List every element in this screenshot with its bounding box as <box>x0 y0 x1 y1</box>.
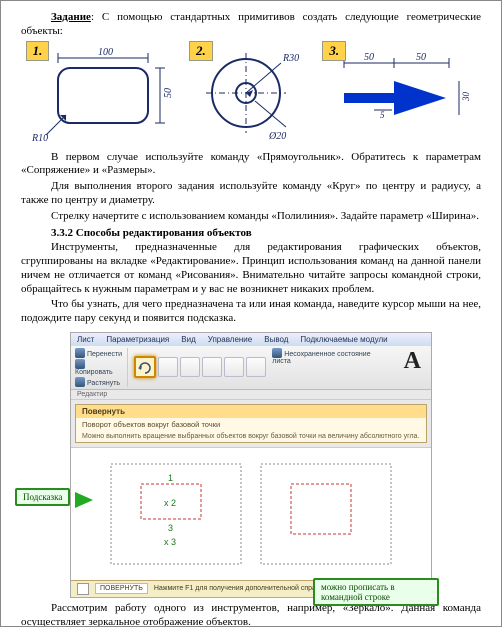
menu-item[interactable]: Параметризация <box>106 335 169 344</box>
para5: Что бы узнать, для чего предназначена та… <box>21 298 481 326</box>
figure-3: 3. 50 50 30 5 <box>324 43 474 143</box>
dim-100: 100 <box>98 47 113 58</box>
copy-button[interactable]: Копировать <box>75 359 123 376</box>
badge-2: 2. <box>189 41 213 61</box>
command-name[interactable]: ПОВЕРНУТЬ <box>95 583 148 594</box>
figure-1-svg: 100 50 R10 <box>28 43 178 143</box>
array-icon[interactable] <box>224 357 244 377</box>
r10: R10 <box>31 133 48 143</box>
dim-50b: 50 <box>416 52 426 63</box>
badge-3: 3. <box>322 41 346 61</box>
svg-text:1: 1 <box>168 473 173 483</box>
menu-item[interactable]: Вид <box>181 335 195 344</box>
menubar: Лист Параметризация Вид Управление Вывод… <box>71 333 431 346</box>
cmd-icon <box>77 583 89 595</box>
scale-icon[interactable] <box>202 357 222 377</box>
annotation-a-icon[interactable]: A <box>398 348 427 387</box>
task-paragraph: Задание: С помощью стандартных примитиво… <box>21 11 481 39</box>
tooltip-title: Повернуть <box>76 405 426 418</box>
menu-item[interactable]: Подключаемые модули <box>300 335 387 344</box>
menu-item[interactable]: Вывод <box>264 335 288 344</box>
r30: R30 <box>282 53 299 64</box>
ribbon-dash-group: Несохраненное состояние листа <box>272 348 391 387</box>
ribbon-move-group: Перенести Копировать Растянуть <box>75 348 128 387</box>
rotate-icon[interactable] <box>134 356 156 378</box>
green-arrow-icon <box>75 492 93 508</box>
tooltip-body: Можно выполнить вращение выбранных объек… <box>76 431 426 442</box>
drawing-workspace: Подсказка 1 x 2 3 x 3 можно прописать в … <box>71 447 431 580</box>
figures-row: 1. 100 50 R10 2. <box>21 43 481 143</box>
dim-5: 5 <box>380 110 385 120</box>
figure-1: 1. 100 50 R10 <box>28 43 178 143</box>
mirror-icon[interactable] <box>158 357 178 377</box>
rotate-tooltip: Повернуть Поворот объектов вокруг базово… <box>75 404 427 443</box>
autocad-screenshot: Лист Параметризация Вид Управление Вывод… <box>70 332 432 598</box>
para1: В первом случае используйте команду «Пря… <box>21 151 481 179</box>
document-page: Задание: С помощью стандартных примитиво… <box>0 0 502 627</box>
figure-3-svg: 50 50 30 5 <box>324 43 474 143</box>
badge-1: 1. <box>26 41 50 61</box>
f1-hint: Нажмите F1 для получения дополнительной … <box>154 585 327 592</box>
ribbon-group-label: Редактир <box>71 390 431 400</box>
para3: Стрелку начертите с использованием коман… <box>21 210 481 224</box>
workspace-right-svg <box>256 459 396 569</box>
dim-30: 30 <box>461 91 471 102</box>
tooltip-subtitle: Поворот объектов вокруг базовой точки <box>76 418 426 431</box>
menu-item[interactable]: Лист <box>77 335 94 344</box>
task-label: Задание <box>51 11 91 23</box>
svg-text:3: 3 <box>168 523 173 533</box>
fillet-icon[interactable] <box>246 357 266 377</box>
trim-icon[interactable] <box>180 357 200 377</box>
para2: Для выполнения второго задания используй… <box>21 180 481 208</box>
stretch-button[interactable]: Растянуть <box>75 377 123 387</box>
workspace-left-svg: 1 x 2 3 x 3 <box>106 459 246 569</box>
menu-item[interactable]: Управление <box>208 335 252 344</box>
d20: Ø20 <box>268 131 286 142</box>
ribbon: Перенести Копировать Растянуть Несохране… <box>71 346 431 390</box>
layer-state-label[interactable]: Несохраненное состояние листа <box>272 348 387 365</box>
section-head: 3.3.2 Способы редактирования объектов <box>21 227 481 239</box>
move-button[interactable]: Перенести <box>75 348 123 358</box>
ribbon-icons <box>134 348 266 387</box>
dim-50v: 50 <box>163 88 174 98</box>
svg-text:x 2: x 2 <box>164 498 176 508</box>
callout-cmdline: можно прописать в командной строке <box>313 578 439 606</box>
callout-hint: Подсказка <box>15 488 70 506</box>
dim-50a: 50 <box>364 52 374 63</box>
task-text: : С помощью стандартных примитивов созда… <box>21 11 481 37</box>
para4: Инструменты, предназначенные для редакти… <box>21 241 481 296</box>
figure-2: 2. R30 Ø20 <box>191 43 311 143</box>
svg-text:x 3: x 3 <box>164 537 176 547</box>
